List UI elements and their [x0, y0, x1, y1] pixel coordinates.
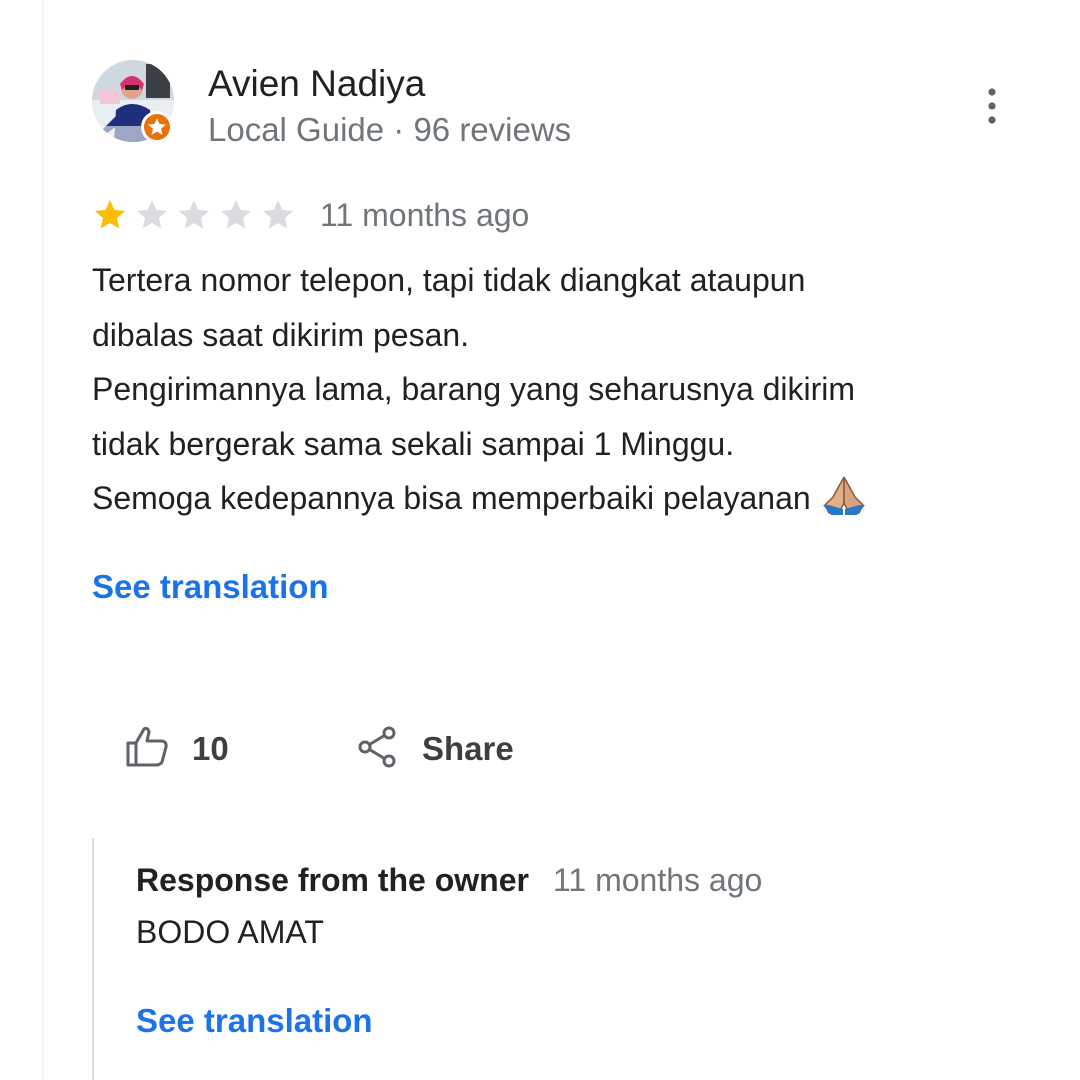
owner-response-date: 11 months ago [552, 862, 763, 898]
empty-star-icon [137, 200, 167, 229]
review-line: dibalas saat dikirim pesan. [92, 316, 470, 353]
folded-hands-icon [821, 475, 867, 515]
owner-response-title: Response from the owner [136, 862, 529, 898]
review-line: tidak bergerak sama sekali sampai 1 Ming… [92, 425, 735, 462]
review-line: Pengirimannya lama, barang yang seharusn… [92, 371, 856, 407]
review-date: 11 months ago [320, 196, 530, 233]
review-line-text: Semoga kedepannya bisa memperbaiki pelay… [92, 480, 811, 516]
thumbs-up-icon [124, 725, 170, 774]
filled-star-icon [95, 200, 125, 229]
share-icon [356, 725, 398, 774]
review-card: Avien Nadiya Local Guide · 96 reviews 11… [0, 0, 1080, 1080]
empty-star-icon [221, 200, 251, 229]
local-guide-badge-icon [140, 110, 174, 144]
review-line-last: Semoga kedepannya bisa memperbaiki pelay… [92, 471, 992, 526]
owner-response-header: Response from the owner 11 months ago [136, 862, 762, 899]
like-count: 10 [192, 730, 229, 767]
share-button[interactable]: Share [356, 722, 514, 776]
rating-row: 11 months ago [92, 194, 529, 236]
empty-star-icon [179, 200, 209, 229]
owner-see-translation-link[interactable]: See translation [136, 1002, 373, 1040]
empty-star-icon [263, 200, 293, 229]
review-line: Tertera nomor telepon, tapi tidak diangk… [92, 262, 806, 298]
share-label: Share [422, 730, 514, 767]
reviewer-meta: Local Guide · 96 reviews [208, 111, 572, 148]
star-rating [92, 197, 302, 233]
like-button[interactable]: 10 [124, 722, 229, 776]
owner-response: Response from the owner 11 months ago BO… [92, 838, 994, 1080]
reviewer-name[interactable]: Avien Nadiya [208, 62, 425, 106]
see-translation-link[interactable]: See translation [92, 568, 329, 606]
more-options-icon[interactable] [972, 82, 1012, 130]
review-text: Tertera nomor telepon, tapi tidak diangk… [92, 253, 992, 526]
owner-response-text: BODO AMAT [136, 914, 324, 950]
